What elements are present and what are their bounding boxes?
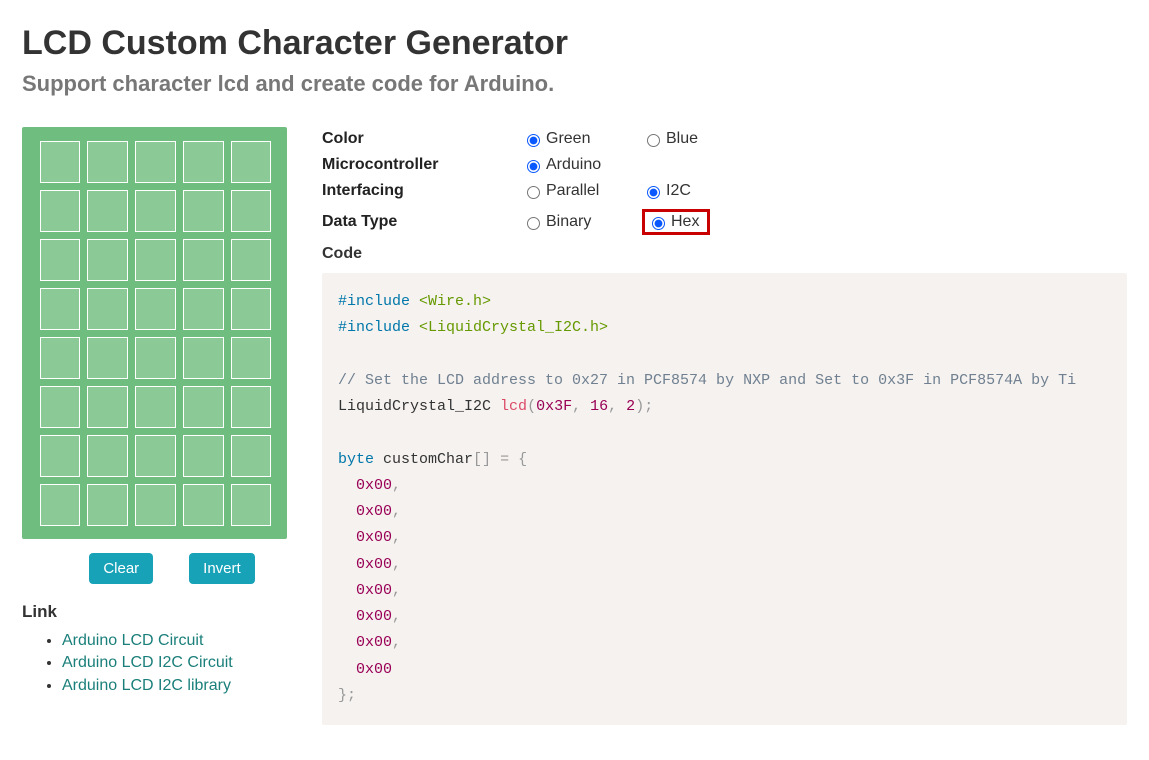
lcd-pixel[interactable] [135,190,176,232]
radio-input-color-green[interactable] [527,134,540,147]
lcd-pixel[interactable] [135,288,176,330]
links-list: Arduino LCD Circuit Arduino LCD I2C Circu… [22,630,322,697]
lcd-pixel[interactable] [87,484,128,526]
link[interactable]: Arduino LCD I2C library [62,677,231,694]
radio-mcu-arduino[interactable]: Arduino [522,157,642,173]
radio-color-green[interactable]: Green [522,131,642,147]
lcd-pixel[interactable] [87,239,128,281]
lcd-pixel[interactable] [87,337,128,379]
option-row-interfacing: Interfacing Parallel I2C [322,183,1127,199]
lcd-pixel[interactable] [183,190,224,232]
lcd-pixel[interactable] [87,190,128,232]
link-item: Arduino LCD I2C Circuit [62,652,322,674]
radio-interfacing-i2c[interactable]: I2C [642,183,762,199]
link[interactable]: Arduino LCD Circuit [62,632,203,649]
lcd-pixel[interactable] [231,435,272,477]
lcd-pixel[interactable] [183,484,224,526]
lcd-pixel[interactable] [231,239,272,281]
lcd-pixel[interactable] [231,484,272,526]
radio-color-blue[interactable]: Blue [642,131,762,147]
lcd-pixel[interactable] [40,386,81,428]
option-row-microcontroller: Microcontroller Arduino [322,157,1127,173]
lcd-pixel[interactable] [135,141,176,183]
radio-label-interfacing-parallel: Parallel [546,183,599,199]
lcd-pixel[interactable] [135,386,176,428]
lcd-pixel[interactable] [231,288,272,330]
lcd-pixel[interactable] [231,337,272,379]
option-label-datatype: Data Type [322,214,522,230]
radio-input-datatype-hex[interactable] [652,217,665,230]
lcd-pixel[interactable] [231,386,272,428]
lcd-pixel[interactable] [40,484,81,526]
radio-label-color-blue: Blue [666,131,698,147]
code-output: #include <Wire.h> #include <LiquidCrysta… [322,273,1127,725]
lcd-pixel[interactable] [87,386,128,428]
lcd-pixel[interactable] [40,141,81,183]
radio-label-interfacing-i2c: I2C [666,183,691,199]
link-item: Arduino LCD Circuit [62,630,322,652]
lcd-pixel-grid[interactable] [22,127,287,539]
option-row-color: Color Green Blue [322,131,1127,147]
lcd-pixel[interactable] [135,239,176,281]
option-label-interfacing: Interfacing [322,183,522,199]
lcd-pixel[interactable] [135,337,176,379]
radio-input-mcu-arduino[interactable] [527,160,540,173]
page-title: LCD Custom Character Generator [22,24,1127,63]
lcd-pixel[interactable] [40,239,81,281]
code-heading: Code [322,245,1127,263]
radio-label-mcu-arduino: Arduino [546,157,601,173]
lcd-pixel[interactable] [183,141,224,183]
lcd-pixel[interactable] [40,337,81,379]
lcd-pixel[interactable] [135,435,176,477]
lcd-pixel[interactable] [87,141,128,183]
datatype-hex-highlight: Hex [642,209,710,235]
lcd-pixel[interactable] [87,288,128,330]
lcd-pixel[interactable] [135,484,176,526]
link-item: Arduino LCD I2C library [62,675,322,697]
lcd-pixel[interactable] [231,190,272,232]
option-label-microcontroller: Microcontroller [322,157,522,173]
links-heading: Link [22,602,322,622]
lcd-pixel[interactable] [183,435,224,477]
lcd-pixel[interactable] [40,190,81,232]
lcd-pixel[interactable] [87,435,128,477]
lcd-pixel[interactable] [40,435,81,477]
radio-interfacing-parallel[interactable]: Parallel [522,183,642,199]
lcd-pixel[interactable] [183,239,224,281]
radio-label-color-green: Green [546,131,590,147]
invert-button[interactable]: Invert [189,553,255,584]
lcd-pixel[interactable] [231,141,272,183]
radio-datatype-hex[interactable]: Hex [647,214,699,230]
radio-label-datatype-binary: Binary [546,214,591,230]
radio-input-datatype-binary[interactable] [527,217,540,230]
lcd-pixel[interactable] [40,288,81,330]
radio-datatype-binary[interactable]: Binary [522,214,642,230]
radio-label-datatype-hex: Hex [671,214,699,230]
option-label-color: Color [322,131,522,147]
option-row-datatype: Data Type Binary Hex [322,209,1127,235]
radio-input-color-blue[interactable] [647,134,660,147]
page-subtitle: Support character lcd and create code fo… [22,71,1127,97]
radio-input-interfacing-i2c[interactable] [647,186,660,199]
link[interactable]: Arduino LCD I2C Circuit [62,654,233,671]
radio-input-interfacing-parallel[interactable] [527,186,540,199]
lcd-pixel[interactable] [183,386,224,428]
lcd-pixel[interactable] [183,288,224,330]
lcd-pixel[interactable] [183,337,224,379]
clear-button[interactable]: Clear [89,553,153,584]
